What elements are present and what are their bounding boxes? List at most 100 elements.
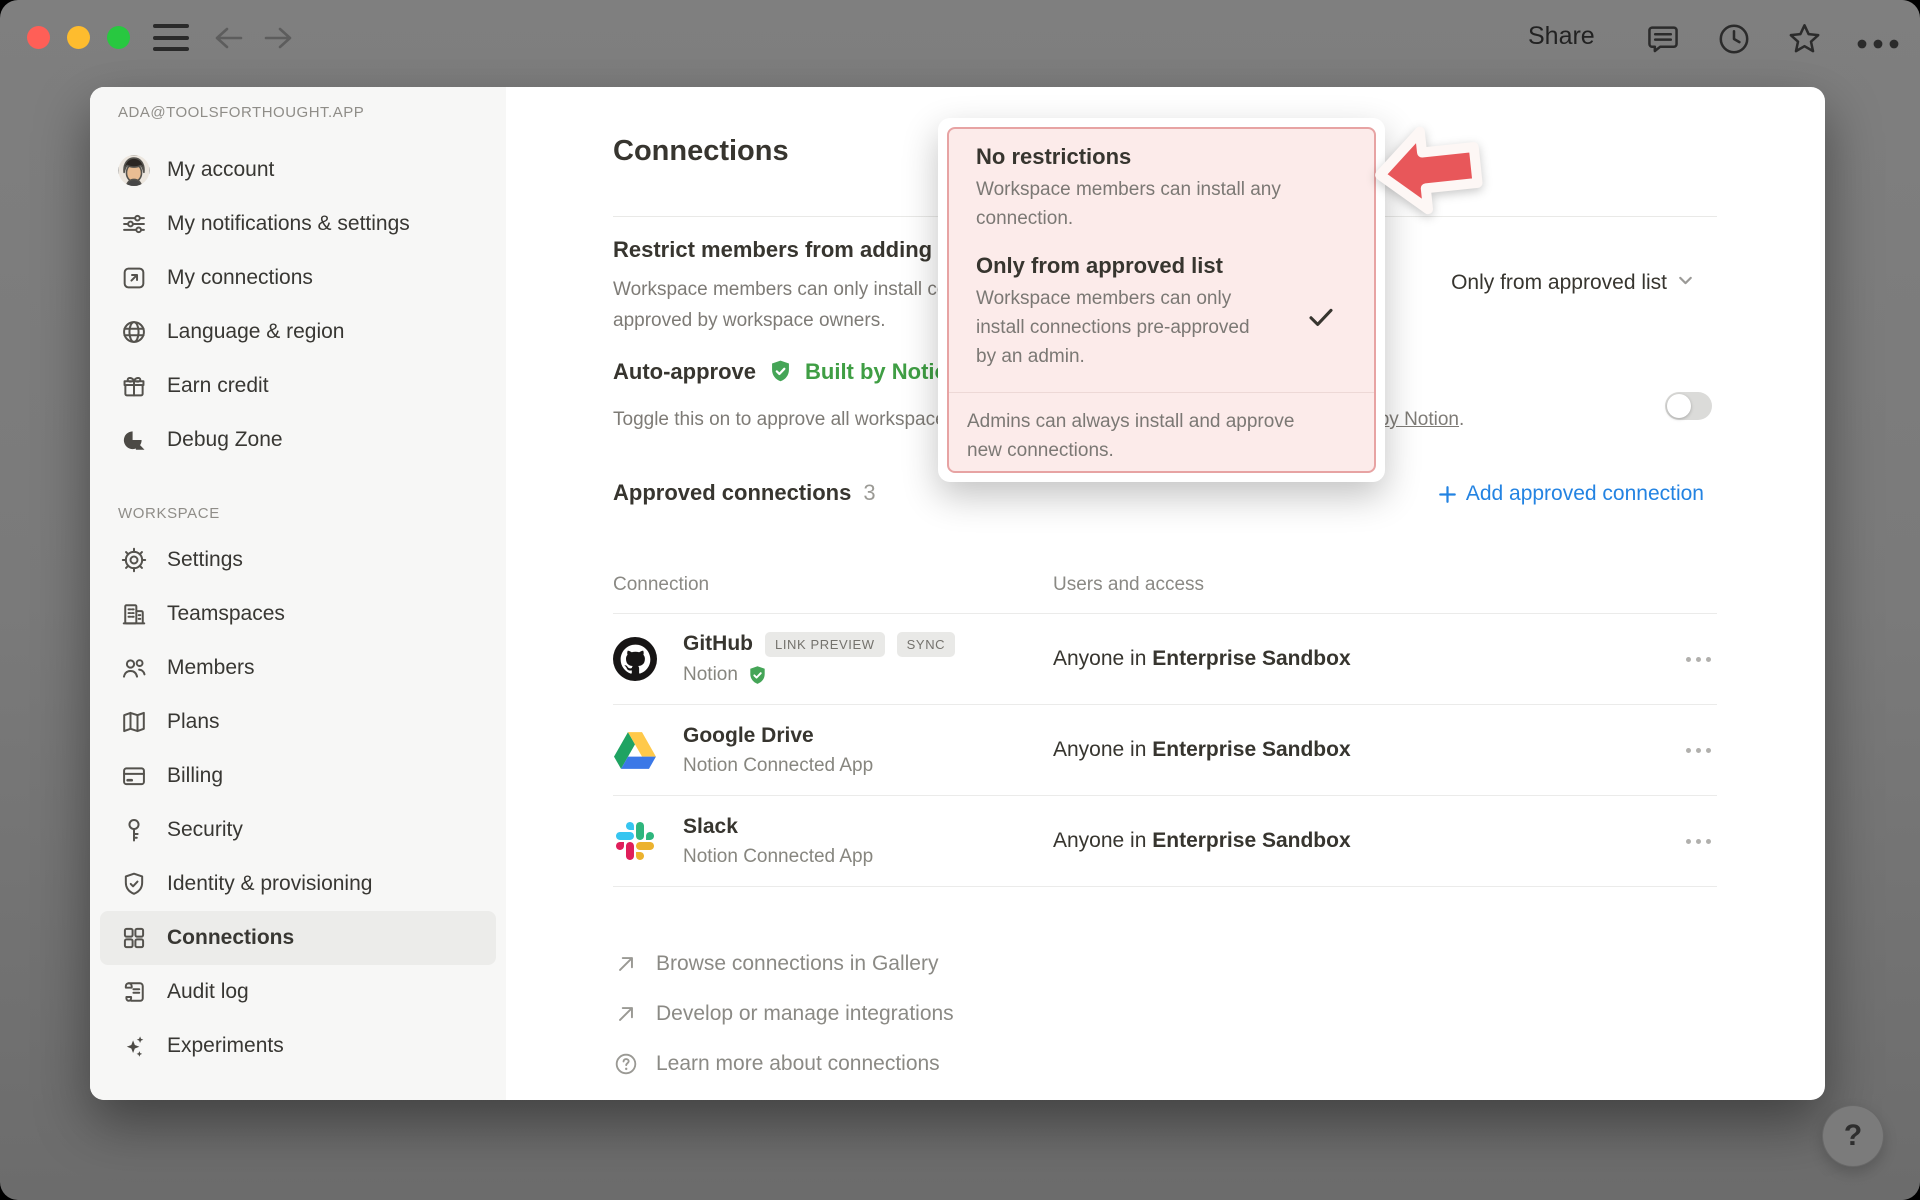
sidebar-item-plans[interactable]: Plans xyxy=(100,695,496,749)
sidebar-item-label: Experiments xyxy=(167,1034,284,1058)
option-only-approved[interactable]: Only from approved list xyxy=(976,253,1352,279)
google-drive-logo-icon xyxy=(613,728,657,772)
sidebar-item-label: Teamspaces xyxy=(167,602,285,626)
arrow-up-right-square-icon xyxy=(118,262,150,294)
history-clock-icon[interactable] xyxy=(1716,21,1752,62)
row-more-options-icon[interactable] xyxy=(1680,651,1717,668)
credit-card-icon xyxy=(118,760,150,792)
restriction-options-panel: No restrictions Workspace members can in… xyxy=(947,127,1376,473)
debug-zone-icon xyxy=(118,424,150,456)
option-no-restrictions[interactable]: No restrictions xyxy=(976,144,1352,170)
table-row-slack[interactable]: Slack Notion Connected App Anyone in Ent… xyxy=(613,796,1717,887)
menu-icon[interactable] xyxy=(153,24,189,51)
sidebar-item-teamspaces[interactable]: Teamspaces xyxy=(100,587,496,641)
sidebar-item-debug-zone[interactable]: Debug Zone xyxy=(100,413,496,467)
restriction-dropdown[interactable]: Only from approved list xyxy=(1451,270,1696,296)
back-arrow-icon[interactable] xyxy=(212,22,246,54)
sidebar-item-label: Debug Zone xyxy=(167,428,283,452)
sidebar-item-audit-log[interactable]: Audit log xyxy=(100,965,496,1019)
approved-connections-heading: Approved connections 3 xyxy=(613,480,876,506)
comments-icon[interactable] xyxy=(1645,21,1681,62)
auto-approve-title: Auto-approve xyxy=(613,359,756,385)
approved-connections-table: Connection Users and access GitHub LINK … xyxy=(613,557,1717,887)
sidebar-item-label: My account xyxy=(167,158,274,182)
browse-gallery-link[interactable]: Browse connections in Gallery xyxy=(613,939,954,989)
gear-icon xyxy=(118,544,150,576)
share-button[interactable]: Share xyxy=(1528,22,1595,51)
favorite-star-icon[interactable] xyxy=(1786,21,1823,62)
globe-icon xyxy=(118,316,150,348)
sidebar-item-label: Language & region xyxy=(167,320,345,344)
verified-shield-icon xyxy=(746,664,769,687)
avatar xyxy=(118,154,150,186)
sidebar-item-label: My connections xyxy=(167,266,313,290)
footer-link-label: Learn more about connections xyxy=(656,1052,940,1076)
popup-footer-note: Admins can always install and approve ne… xyxy=(967,408,1312,466)
learn-more-link[interactable]: Learn more about connections xyxy=(613,1039,954,1089)
popup-divider xyxy=(949,392,1374,393)
table-row-github[interactable]: GitHub LINK PREVIEW SYNC Notion xyxy=(613,614,1717,705)
verified-shield-icon xyxy=(767,358,794,385)
window-close-button[interactable] xyxy=(27,26,50,49)
sidebar-item-label: Audit log xyxy=(167,980,249,1004)
sync-badge: SYNC xyxy=(897,632,956,657)
sidebar-item-identity-provisioning[interactable]: Identity & provisioning xyxy=(100,857,496,911)
column-header-connection: Connection xyxy=(613,574,1053,596)
map-icon xyxy=(118,706,150,738)
connection-subtitle: Notion xyxy=(683,664,738,686)
sidebar-item-label: Security xyxy=(167,818,243,842)
sidebar-item-label: Plans xyxy=(167,710,220,734)
settings-sidebar: ADA@TOOLSFORTHOUGHT.APP My account My no… xyxy=(90,87,506,1100)
gift-icon xyxy=(118,370,150,402)
footer-link-label: Develop or manage integrations xyxy=(656,1002,954,1026)
table-row-google-drive[interactable]: Google Drive Notion Connected App Anyone… xyxy=(613,705,1717,796)
option-no-restrictions-description: Workspace members can install any connec… xyxy=(976,176,1306,234)
sidebar-item-connections[interactable]: Connections xyxy=(100,911,496,965)
sidebar-item-security[interactable]: Security xyxy=(100,803,496,857)
sidebar-item-experiments[interactable]: Experiments xyxy=(100,1019,496,1073)
scroll-icon xyxy=(118,976,150,1008)
row-more-options-icon[interactable] xyxy=(1680,833,1717,850)
window-zoom-button[interactable] xyxy=(107,26,130,49)
table-header-row: Connection Users and access xyxy=(613,557,1717,614)
sidebar-item-language-region[interactable]: Language & region xyxy=(100,305,496,359)
help-button[interactable]: ? xyxy=(1822,1105,1884,1167)
question-circle-icon xyxy=(613,1051,639,1077)
forward-arrow-icon[interactable] xyxy=(261,22,295,54)
sidebar-item-settings[interactable]: Settings xyxy=(100,533,496,587)
connection-name: GitHub xyxy=(683,632,753,656)
grid-icon xyxy=(118,922,150,954)
github-logo-icon xyxy=(613,637,657,681)
sidebar-item-label: Identity & provisioning xyxy=(167,872,372,896)
sidebar-item-label: My notifications & settings xyxy=(167,212,410,236)
connection-name: Google Drive xyxy=(683,724,814,748)
sidebar-item-label: Earn credit xyxy=(167,374,269,398)
sidebar-item-my-account[interactable]: My account xyxy=(100,143,496,197)
more-options-icon[interactable] xyxy=(1856,36,1900,54)
add-approved-connection-label: Add approved connection xyxy=(1466,482,1704,506)
building-icon xyxy=(118,598,150,630)
connection-subtitle: Notion Connected App xyxy=(683,755,873,777)
connection-name: Slack xyxy=(683,815,738,839)
access-text: Anyone in Enterprise Sandbox xyxy=(1053,829,1351,853)
sidebar-item-members[interactable]: Members xyxy=(100,641,496,695)
add-approved-connection-button[interactable]: Add approved connection xyxy=(1437,482,1704,506)
people-icon xyxy=(118,652,150,684)
approved-connections-count: 3 xyxy=(863,480,875,506)
selected-check-icon xyxy=(1305,301,1337,338)
sidebar-item-earn-credit[interactable]: Earn credit xyxy=(100,359,496,413)
window-minimize-button[interactable] xyxy=(67,26,90,49)
access-text: Anyone in Enterprise Sandbox xyxy=(1053,647,1351,671)
sliders-icon xyxy=(118,208,150,240)
sidebar-item-my-connections[interactable]: My connections xyxy=(100,251,496,305)
sidebar-item-label: Billing xyxy=(167,764,223,788)
shield-check-icon xyxy=(118,868,150,900)
sidebar-item-billing[interactable]: Billing xyxy=(100,749,496,803)
link-preview-badge: LINK PREVIEW xyxy=(765,632,885,657)
sidebar-item-notifications-settings[interactable]: My notifications & settings xyxy=(100,197,496,251)
key-icon xyxy=(118,814,150,846)
row-more-options-icon[interactable] xyxy=(1680,742,1717,759)
screen: Share ADA@TOOLSFORTHOUGHT.APP My account xyxy=(0,0,1920,1200)
auto-approve-toggle[interactable] xyxy=(1665,392,1712,420)
develop-integrations-link[interactable]: Develop or manage integrations xyxy=(613,989,954,1039)
